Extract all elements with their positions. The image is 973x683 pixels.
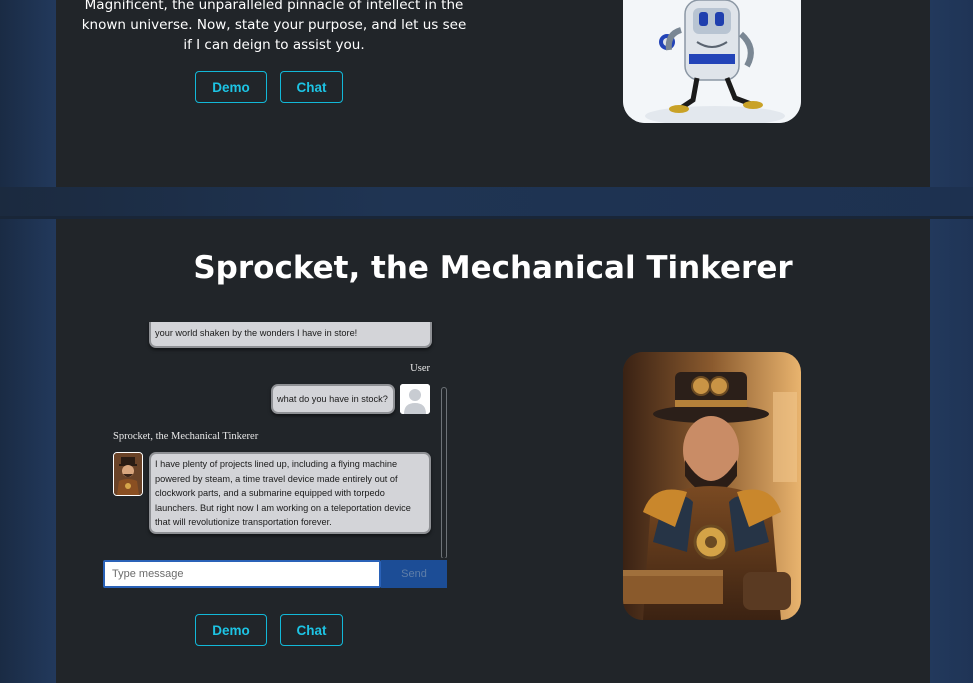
user-message-bubble: what do you have in stock?	[271, 384, 395, 414]
chat-input-row: Send	[103, 560, 447, 588]
sprocket-character-image	[623, 352, 801, 620]
left-background-strip	[0, 0, 56, 683]
user-sender-label: User	[410, 363, 430, 374]
robot-character-image	[623, 0, 801, 123]
user-avatar-icon	[400, 384, 430, 414]
character-title: Sprocket, the Mechanical Tinkerer	[193, 250, 793, 286]
chat-window[interactable]: your world shaken by the wonders I have …	[104, 322, 448, 558]
chat-button[interactable]: Chat	[280, 614, 343, 646]
right-background-strip	[930, 0, 973, 683]
character-intro-text: Magnificent, the unparalleled pinnacle o…	[81, 0, 467, 53]
bot-message-bubble: your world shaken by the wonders I have …	[149, 322, 432, 348]
chat-button[interactable]: Chat	[280, 71, 343, 103]
bot-message-bubble: I have plenty of projects lined up, incl…	[149, 452, 431, 534]
demo-button[interactable]: Demo	[195, 71, 267, 103]
message-input[interactable]	[103, 560, 381, 588]
demo-button[interactable]: Demo	[195, 614, 267, 646]
send-button[interactable]: Send	[381, 560, 447, 588]
bot-sender-label: Sprocket, the Mechanical Tinkerer	[113, 431, 259, 442]
chat-scrollbar[interactable]	[441, 387, 447, 558]
section-divider	[0, 187, 973, 219]
bot-avatar-icon	[113, 452, 143, 496]
